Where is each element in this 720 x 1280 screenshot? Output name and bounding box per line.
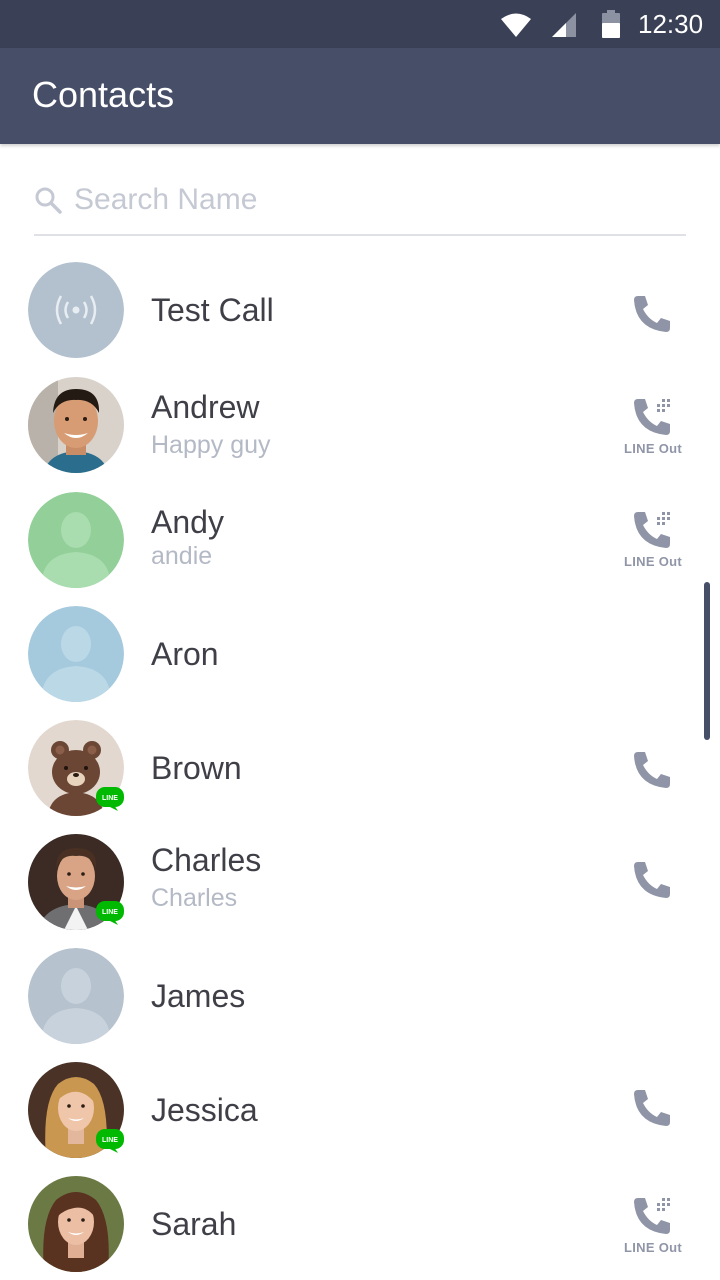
- call-icon[interactable]: [630, 292, 674, 336]
- line-out-button[interactable]: LINE Out: [620, 508, 686, 572]
- contact-name: Test Call: [151, 292, 274, 328]
- page-title: Contacts: [32, 74, 175, 115]
- line-out-icon: [634, 512, 670, 548]
- line-out-icon: [634, 399, 670, 435]
- contact-row-charles[interactable]: LINE Charles Charles: [0, 822, 720, 936]
- line-badge-icon: LINE: [96, 1129, 124, 1153]
- contact-status: andie: [151, 542, 213, 570]
- contact-name: Andrew: [151, 389, 260, 425]
- contact-name: Aron: [151, 636, 219, 672]
- line-out-label: LINE Out: [623, 441, 682, 456]
- svg-text:LINE: LINE: [102, 795, 118, 802]
- contact-name: James: [151, 978, 246, 1014]
- contact-name: Sarah: [151, 1206, 237, 1242]
- green-silhouette-avatar: [28, 492, 124, 588]
- blue-silhouette-avatar: [28, 606, 124, 702]
- signal-icon: [552, 13, 576, 37]
- line-out-button[interactable]: LINE Out: [620, 395, 686, 459]
- call-icon[interactable]: [630, 858, 674, 902]
- contact-name: Brown: [151, 750, 242, 786]
- line-out-label: LINE Out: [623, 1240, 682, 1255]
- photo-avatar: [28, 1176, 124, 1272]
- contact-row-aron[interactable]: Aron: [0, 594, 720, 708]
- contact-list: Test Call Andrew Happy guy LINE Out Andy…: [0, 250, 720, 1280]
- contact-name: Jessica: [151, 1092, 258, 1128]
- contact-row-jessica[interactable]: LINE Jessica: [0, 1050, 720, 1164]
- contact-row-brown[interactable]: LINE Brown: [0, 708, 720, 822]
- line-out-icon: [634, 1198, 670, 1234]
- app-bar: Contacts: [0, 48, 720, 144]
- scrollbar[interactable]: [704, 582, 710, 740]
- search-input[interactable]: [74, 174, 674, 226]
- search-icon: [35, 187, 62, 214]
- line-out-button[interactable]: LINE Out: [620, 1194, 686, 1258]
- call-icon[interactable]: [630, 1086, 674, 1130]
- contact-row-sarah[interactable]: Sarah LINE Out: [0, 1164, 720, 1278]
- line-badge-icon: LINE: [96, 787, 124, 811]
- wifi-icon: [501, 13, 531, 37]
- search-bar[interactable]: [34, 170, 686, 236]
- contact-row-test-call[interactable]: Test Call: [0, 250, 720, 364]
- contact-name: Charles: [151, 842, 262, 878]
- contact-row-andy[interactable]: Andy andie LINE Out: [0, 480, 720, 594]
- line-out-label: LINE Out: [623, 554, 682, 569]
- svg-text:LINE: LINE: [102, 1137, 118, 1144]
- gray-silhouette-avatar: [28, 948, 124, 1044]
- photo-avatar: [28, 377, 124, 473]
- clock: 12:30: [638, 9, 704, 39]
- battery-icon: [602, 10, 620, 38]
- contact-row-james[interactable]: James: [0, 936, 720, 1050]
- contact-status: Charles: [151, 884, 238, 912]
- call-icon[interactable]: [630, 748, 674, 792]
- contact-status: Happy guy: [151, 431, 271, 459]
- svg-text:LINE: LINE: [102, 909, 118, 916]
- line-badge-icon: LINE: [96, 901, 124, 925]
- contact-row-andrew[interactable]: Andrew Happy guy LINE Out: [0, 365, 720, 479]
- status-bar: 12:30: [0, 0, 720, 48]
- broadcast-avatar: [28, 262, 124, 358]
- contact-name: Andy: [151, 504, 224, 540]
